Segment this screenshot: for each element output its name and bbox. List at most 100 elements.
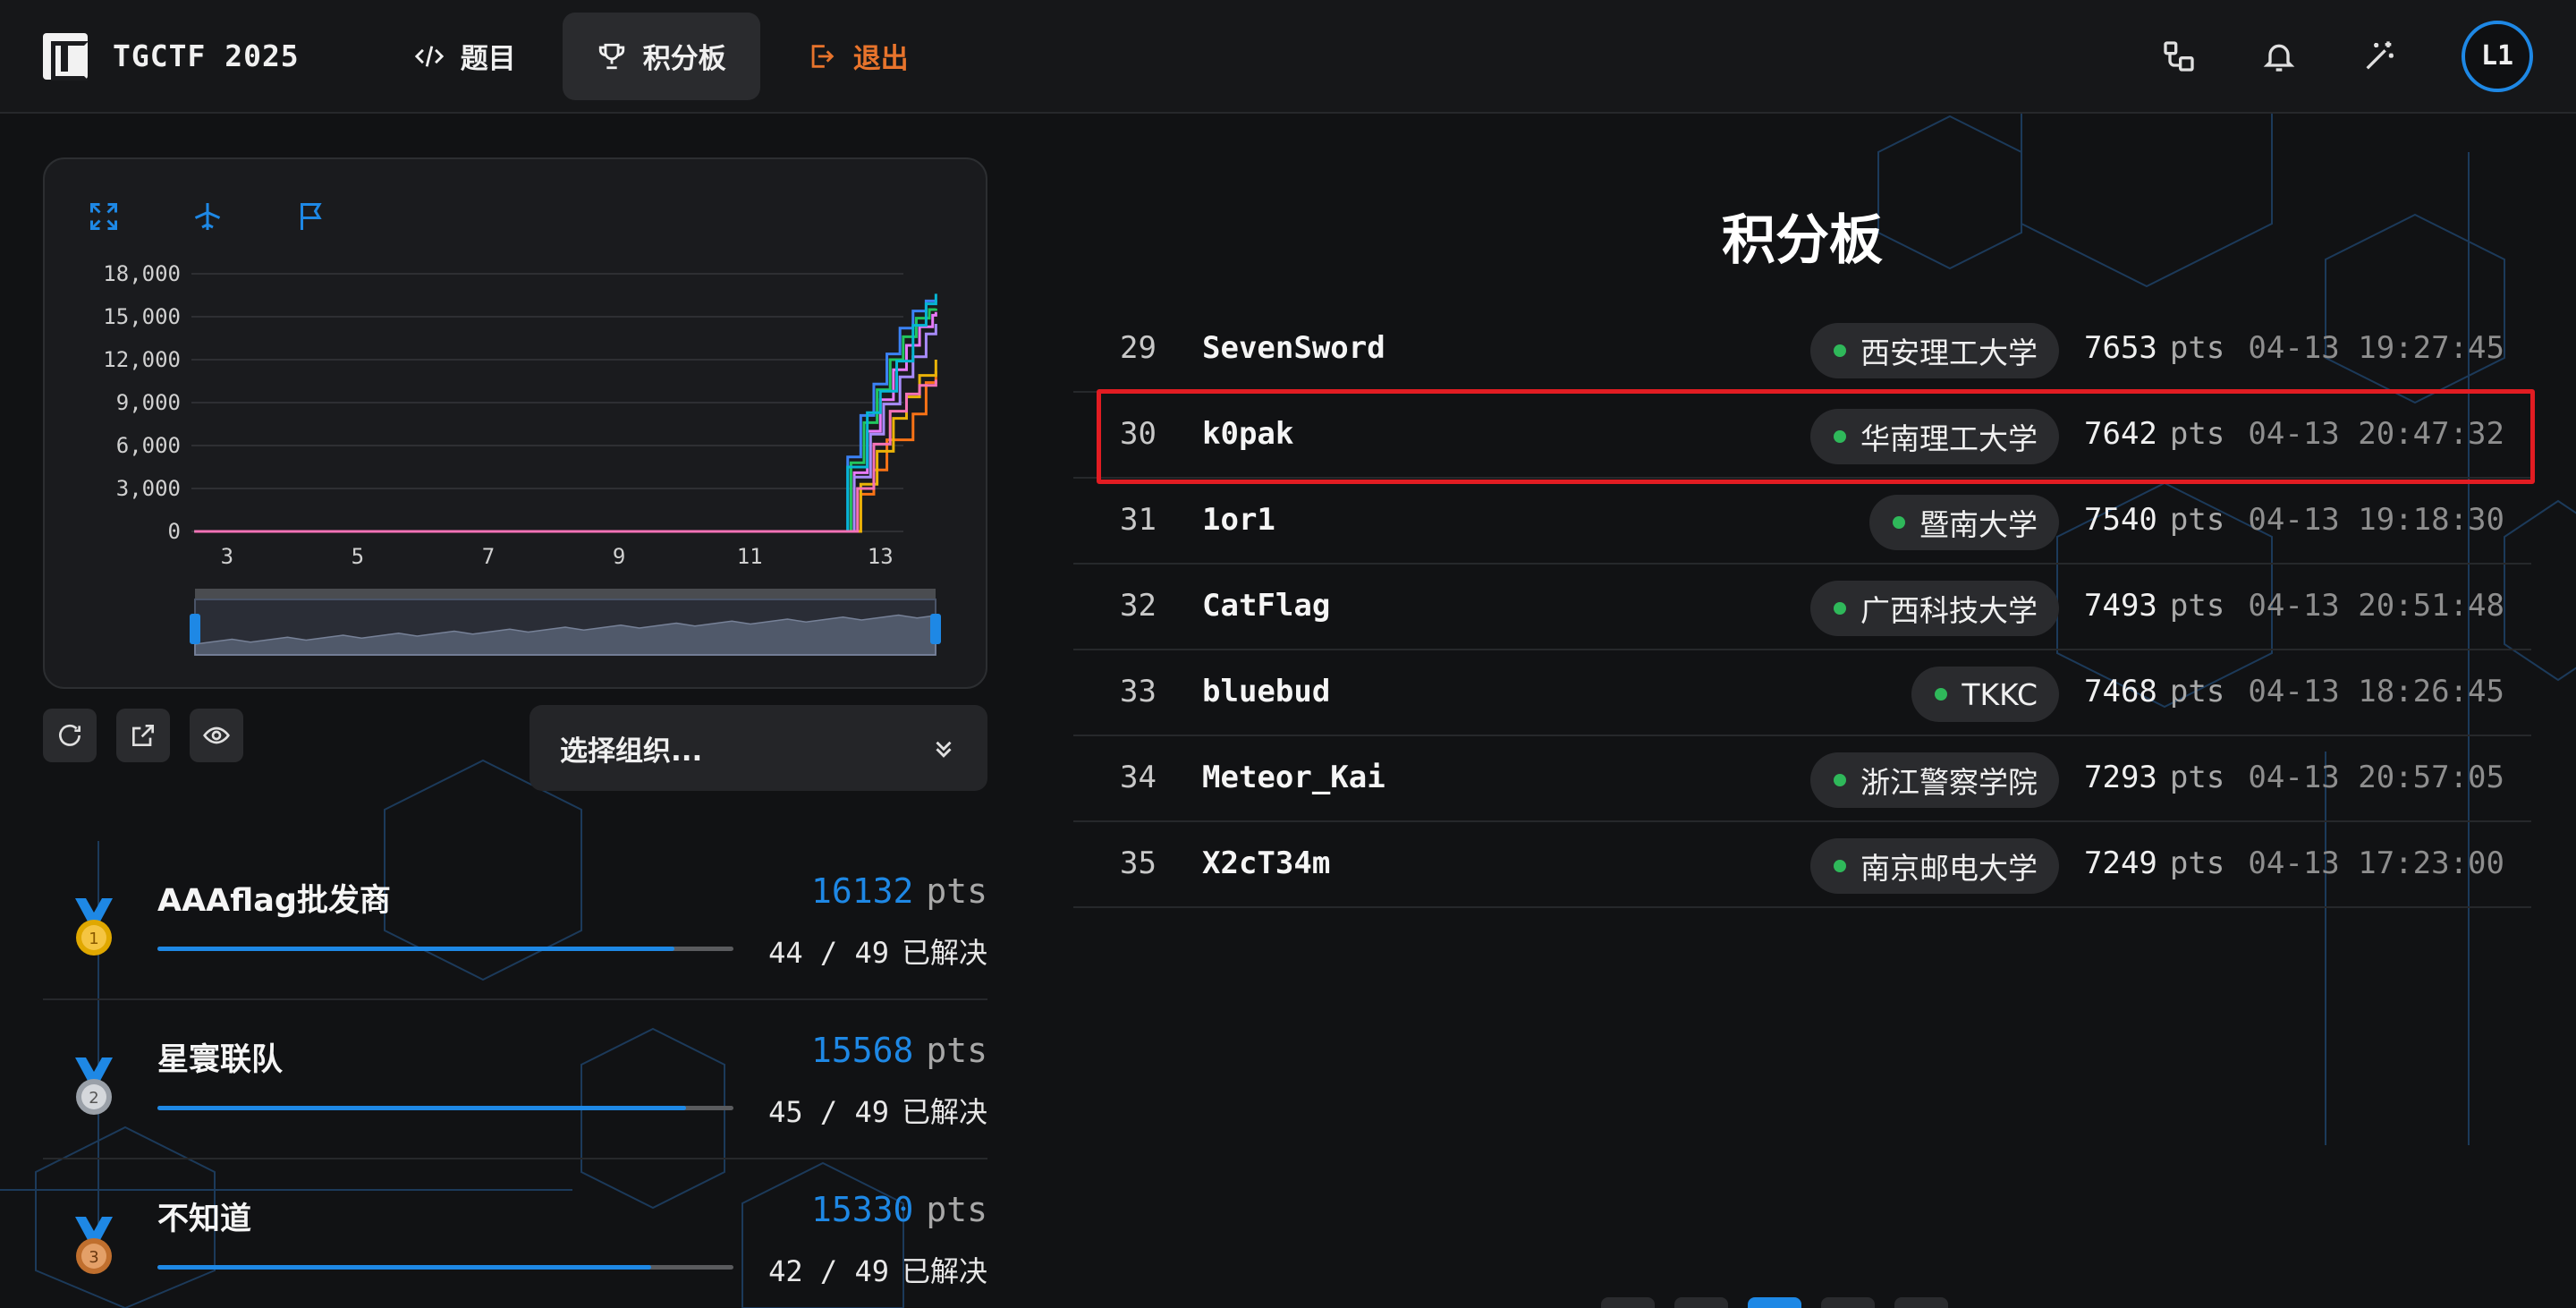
progress-bar	[157, 1106, 733, 1110]
rank-number: 30	[1120, 416, 1157, 452]
zoom-handle-left[interactable]	[190, 614, 200, 644]
y-tick-label: 6,000	[116, 433, 181, 458]
gold-medal-icon: 1	[75, 898, 113, 956]
page-button[interactable]	[1674, 1297, 1728, 1308]
top-right-actions: L1	[2161, 20, 2533, 92]
team-name: 星寰联队	[157, 1042, 284, 1078]
team-name: 1or1	[1202, 502, 1275, 538]
school-name: 南京邮电大学	[1860, 851, 2038, 886]
last-solve-time: 04-13 17:23:00	[2248, 845, 2504, 881]
chart-actions	[43, 709, 243, 762]
nav-logout[interactable]: 退出	[773, 13, 943, 100]
team-score: 7540 pts	[2084, 502, 2225, 538]
team-score: 7293 pts	[2084, 760, 2225, 795]
page-button[interactable]	[1894, 1297, 1948, 1308]
team-score: 7493 pts	[2084, 588, 2225, 624]
top-three-list: 1 AAAflag批发商 16132 pts 44 / 49 已解决 2 星寰联队 …	[43, 841, 987, 1308]
scoreboard-table: 29 SevenSword 西安理工大学 7653 pts 04-13 19:27:45 3…	[1073, 307, 2535, 908]
series-line	[194, 299, 937, 533]
scoreboard-row[interactable]: 30 k0pak 华南理工大学 7642 pts 04-13 20:47:32	[1073, 389, 2535, 484]
team-name: k0pak	[1202, 416, 1294, 452]
school-badge: 华南理工大学	[1810, 409, 2059, 464]
zoom-handle-right[interactable]	[930, 614, 941, 644]
y-tick-label: 0	[168, 519, 181, 544]
page-button-current[interactable]	[1748, 1297, 1801, 1308]
team-name: AAAflag批发商	[157, 883, 391, 919]
x-tick-label: 13	[868, 544, 894, 569]
team-name: Meteor_Kai	[1202, 760, 1385, 795]
page-button[interactable]	[1821, 1297, 1875, 1308]
team-name: SevenSword	[1202, 330, 1385, 366]
team-score: 15330 pts	[810, 1190, 987, 1229]
scoreboard-row[interactable]: 29 SevenSword 西安理工大学 7653 pts 04-13 19:27:45	[1073, 307, 2531, 393]
page-title: 积分板	[1722, 209, 1883, 272]
external-link-icon	[132, 725, 154, 746]
scoreboard-row[interactable]: 34 Meteor_Kai 浙江警察学院 7293 pts 04-13 20:57:05	[1073, 736, 2531, 822]
school-name: 浙江警察学院	[1860, 765, 2038, 800]
y-tick-label: 12,000	[103, 347, 181, 372]
user-avatar[interactable]: L1	[2462, 20, 2533, 92]
magic-wand-icon[interactable]	[2361, 38, 2397, 74]
podium-row[interactable]: 3 不知道 15330 pts 42 / 49 已解决	[43, 1159, 987, 1308]
progress-bar	[157, 947, 733, 951]
switch-icon[interactable]	[2161, 38, 2197, 74]
school-badge: TKKC	[1911, 667, 2059, 722]
toggle-view-button[interactable]	[190, 709, 243, 762]
last-solve-time: 04-13 18:26:45	[2248, 674, 2504, 709]
rank-number: 33	[1120, 674, 1157, 709]
team-score: 15568 pts	[810, 1031, 987, 1070]
online-status-dot	[1834, 602, 1846, 615]
series-line	[194, 293, 937, 533]
podium-row[interactable]: 1 AAAflag批发商 16132 pts 44 / 49 已解决	[43, 841, 987, 1000]
progress-fill	[157, 1265, 651, 1270]
refresh-button[interactable]	[43, 709, 97, 762]
team-score: 7642 pts	[2084, 416, 2225, 452]
progress-bar	[157, 1265, 733, 1270]
y-tick-label: 9,000	[116, 390, 181, 415]
progress-fill	[157, 947, 675, 951]
scoreboard-row[interactable]: 33 bluebud TKKC 7468 pts 04-13 18:26:45	[1073, 650, 2531, 736]
solved-count: 42 / 49 已解决	[768, 1254, 987, 1288]
bronze-medal-icon: 3	[75, 1217, 113, 1274]
nav-challenges-label: 题目	[460, 43, 516, 75]
online-status-dot	[1834, 344, 1846, 357]
scoreboard-row[interactable]: 31 1or1 暨南大学 7540 pts 04-13 19:18:30	[1073, 479, 2531, 565]
solved-count: 44 / 49 已解决	[768, 936, 987, 970]
score-line-chart[interactable]: 0 3,000 6,000 9,000 12,000 15,000 18,000 3 5 7 9 11…	[45, 159, 989, 691]
series-line	[194, 324, 937, 533]
page-button[interactable]	[1601, 1297, 1655, 1308]
brand[interactable]: TGCTF 2025	[43, 32, 300, 81]
rank-number: 31	[1120, 502, 1157, 538]
rank-number: 29	[1120, 330, 1157, 366]
school-name: 广西科技大学	[1860, 593, 2038, 628]
series-line	[194, 308, 937, 533]
eye-icon	[203, 726, 230, 744]
school-badge: 浙江警察学院	[1810, 752, 2059, 808]
rank-number: 35	[1120, 845, 1157, 881]
team-name: X2cT34m	[1202, 845, 1331, 881]
y-tick-label: 3,000	[116, 476, 181, 501]
podium-row[interactable]: 2 星寰联队 15568 pts 45 / 49 已解决	[43, 1000, 987, 1159]
online-status-dot	[1893, 516, 1905, 529]
code-icon	[414, 45, 444, 67]
series-line	[194, 311, 937, 533]
bell-icon[interactable]	[2261, 38, 2297, 74]
last-solve-time: 04-13 19:27:45	[2248, 330, 2504, 366]
progress-fill	[157, 1106, 687, 1110]
svg-text:2: 2	[89, 1089, 98, 1108]
nav-scoreboard[interactable]: 积分板	[562, 12, 760, 100]
school-name: TKKC	[1962, 676, 2038, 712]
open-external-button[interactable]	[116, 709, 170, 762]
scoreboard-row[interactable]: 32 CatFlag 广西科技大学 7493 pts 04-13 20:51:48	[1073, 565, 2531, 650]
school-name: 暨南大学	[1919, 507, 2038, 542]
score-chart-card: 0 3,000 6,000 9,000 12,000 15,000 18,000 3 5 7 9 11…	[43, 157, 987, 689]
team-name: bluebud	[1202, 674, 1331, 709]
rank-number: 32	[1120, 588, 1157, 624]
scoreboard-row[interactable]: 35 X2cT34m 南京邮电大学 7249 pts 04-13 17:23:00	[1073, 822, 2531, 908]
main-nav: 题目 积分板 退出	[380, 12, 943, 100]
school-badge: 暨南大学	[1869, 495, 2059, 550]
organization-select[interactable]: 选择组织...	[530, 705, 987, 791]
online-status-dot	[1935, 688, 1948, 701]
x-tick-label: 3	[221, 544, 233, 569]
nav-challenges[interactable]: 题目	[380, 13, 550, 100]
